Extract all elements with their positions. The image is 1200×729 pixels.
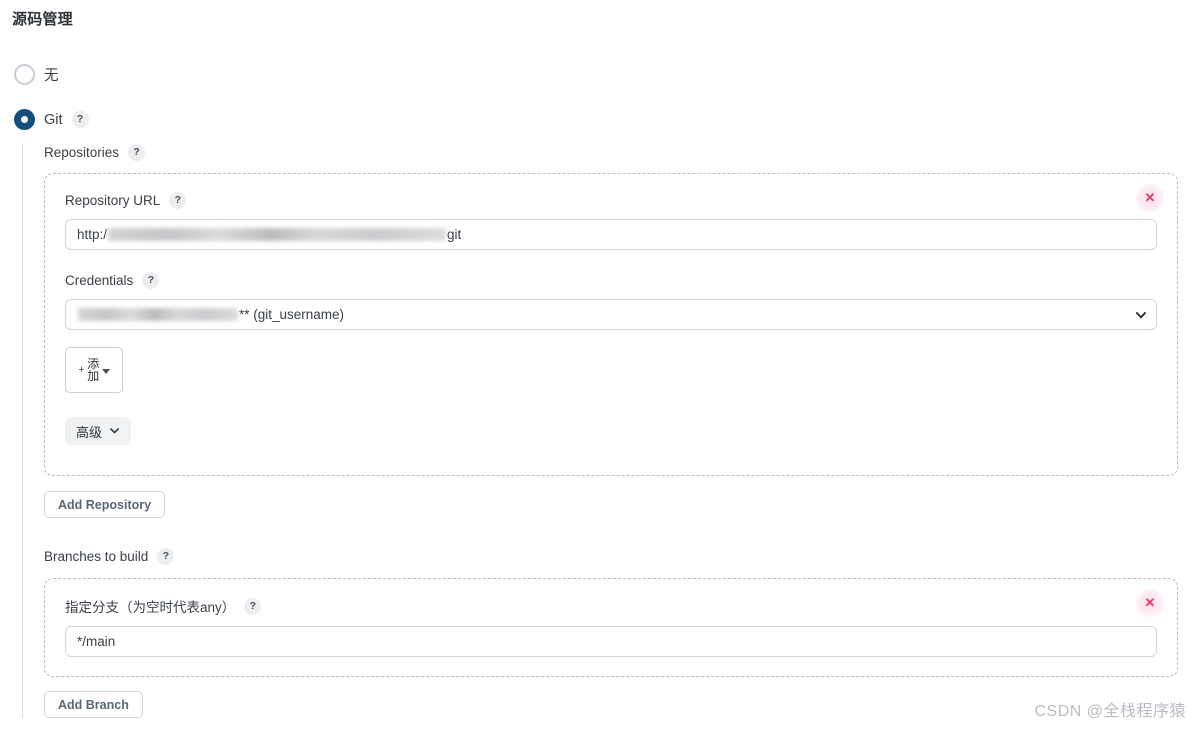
help-icon-git[interactable]: ? <box>71 111 89 128</box>
branch-specifier-label-row: 指定分支（为空时代表any） ? <box>65 596 1157 616</box>
page-title: 源码管理 <box>12 11 73 28</box>
chevron-down-icon-advanced <box>109 424 120 439</box>
repository-url-input[interactable]: http:/ git <box>65 219 1157 250</box>
add-credential-label: 添加 <box>87 356 100 383</box>
repository-url-redaction <box>108 228 447 241</box>
radio-none[interactable] <box>14 64 35 85</box>
help-icon-branches[interactable]: ? <box>157 548 175 565</box>
repository-url-label: Repository URL <box>65 193 161 208</box>
scm-option-git-label: Git <box>44 111 63 128</box>
help-icon-repository-url[interactable]: ? <box>169 192 187 209</box>
repository-url-prefix: http:/ <box>77 227 108 242</box>
caret-down-icon-add-credential <box>101 368 110 374</box>
credentials-select-face[interactable]: ** (git_username) <box>65 299 1157 330</box>
branch-block: ✕ 指定分支（为空时代表any） ? <box>44 578 1178 677</box>
repositories-label-row: Repositories ? <box>44 144 1178 161</box>
credentials-value-suffix: ** (git_username) <box>239 307 345 322</box>
branch-specifier-input[interactable] <box>65 626 1157 657</box>
help-icon-repositories[interactable]: ? <box>128 144 146 161</box>
branches-label: Branches to build <box>44 549 149 564</box>
csdn-watermark: CSDN @全栈程序猿 <box>1034 703 1186 720</box>
repository-url-suffix: git <box>447 227 462 242</box>
advanced-label: 高级 <box>76 424 103 440</box>
help-icon-branch-specifier[interactable]: ? <box>244 597 262 615</box>
branches-label-row: Branches to build ? <box>44 548 1178 565</box>
add-repository-button[interactable]: Add Repository <box>44 491 166 518</box>
radio-git[interactable] <box>14 109 35 130</box>
help-icon-credentials[interactable]: ? <box>142 272 160 289</box>
scm-option-none-label: 无 <box>44 68 59 84</box>
repository-block: ✕ Repository URL ? http:/ git Credentials… <box>44 173 1178 476</box>
credentials-label: Credentials <box>65 273 134 288</box>
scm-option-git[interactable]: Git ? <box>14 109 89 130</box>
scm-option-none[interactable]: 无 <box>14 64 59 85</box>
delete-branch-button[interactable]: ✕ <box>1135 588 1165 618</box>
git-section: Repositories ? ✕ Repository URL ? http:/… <box>22 144 1178 718</box>
advanced-button[interactable]: 高级 <box>65 417 132 445</box>
add-credential-button[interactable]: + 添加 <box>65 347 123 393</box>
delete-repository-button[interactable]: ✕ <box>1135 183 1165 213</box>
credentials-select[interactable]: ** (git_username) <box>65 299 1157 330</box>
branch-specifier-label: 指定分支（为空时代表any） <box>65 600 236 615</box>
plus-icon: + <box>78 363 85 376</box>
credentials-redaction <box>78 308 238 321</box>
repositories-label: Repositories <box>44 145 120 160</box>
credentials-label-row: Credentials ? <box>65 272 1157 289</box>
add-branch-button[interactable]: Add Branch <box>44 691 143 718</box>
repository-url-label-row: Repository URL ? <box>65 192 1157 209</box>
